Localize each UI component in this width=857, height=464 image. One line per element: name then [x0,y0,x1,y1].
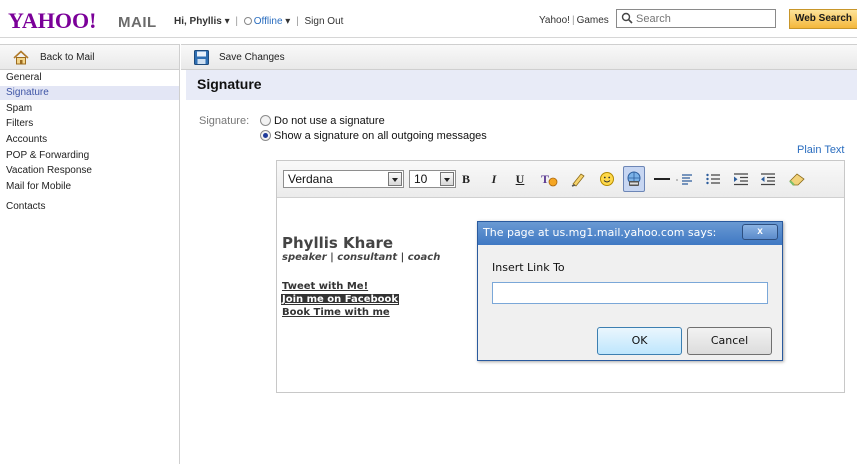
search-input[interactable] [636,11,774,26]
dialog-title-bar[interactable]: The page at us.mg1.mail.yahoo.com says: … [478,222,782,245]
highlight-icon[interactable] [570,171,586,187]
signature-link-facebook[interactable]: Join me on Facebook [281,294,400,305]
no-signature-label: Do not use a signature [274,115,385,127]
font-size-select[interactable]: 10 [409,170,456,188]
page-title: Signature [197,76,262,92]
svg-text:T: T [541,172,549,186]
signature-name: Phyllis Khare [282,234,394,252]
signature-role: speaker | consultant | coach [282,252,441,263]
bold-button[interactable]: B [459,171,473,187]
sidebar-item-contacts[interactable]: Contacts [6,201,45,212]
signature-label: Signature: [199,115,250,127]
user-greeting-bar: Hi, Phyllis ▾ | Offline ▾ | Sign Out [174,16,343,27]
close-button[interactable]: x [742,224,778,240]
plain-text-link[interactable]: Plain Text [797,144,845,156]
save-toolbar: Save Changes [181,44,857,70]
sign-out-link[interactable]: Sign Out [305,16,344,27]
home-icon [13,50,29,65]
eraser-icon[interactable] [788,171,806,187]
sidebar-item-vacation-response[interactable]: Vacation Response [6,165,92,176]
sidebar-item-mail-for-mobile[interactable]: Mail for Mobile [6,181,71,192]
align-icon[interactable] [676,171,694,187]
font-family-select[interactable]: Verdana [283,170,404,188]
header-bar: YAHOO! MAIL Hi, Phyllis ▾ | Offline ▾ | … [0,0,857,38]
link-url-input[interactable] [492,282,768,304]
status-icon [243,17,252,25]
emoticon-icon[interactable] [599,171,615,187]
sidebar-item-pop-forwarding[interactable]: POP & Forwarding [6,150,89,161]
bulleted-list-icon[interactable] [705,171,721,187]
options-sidebar: General Signature Spam Filters Accounts … [0,70,180,464]
yahoo-link[interactable]: Yahoo! [539,15,570,26]
yahoo-links: Yahoo! | Games [539,15,609,26]
back-to-mail-button[interactable]: Back to Mail [0,44,180,70]
sidebar-item-signature[interactable]: Signature [0,86,179,100]
games-link[interactable]: Games [577,15,609,26]
floppy-disk-icon [194,50,209,65]
show-signature-option[interactable]: Show a signature on all outgoing message… [260,130,487,142]
sidebar-item-filters[interactable]: Filters [6,118,33,129]
mail-logo-text[interactable]: MAIL [118,14,157,31]
font-family-value: Verdana [288,172,333,186]
radio-button[interactable] [260,115,271,126]
web-search-button[interactable]: Web Search [789,9,857,29]
search-icon [621,12,633,24]
divider: | [235,16,238,27]
status-menu[interactable]: Offline [254,16,283,27]
radio-button-selected[interactable] [260,130,271,141]
editor-toolbar: Verdana 10 B I U T [277,161,844,198]
divider: | [571,15,575,26]
chevron-down-icon[interactable] [388,172,402,186]
save-changes-label: Save Changes [219,52,285,63]
italic-button[interactable]: I [487,171,501,187]
sidebar-item-spam[interactable]: Spam [6,103,32,114]
signature-link-twitter[interactable]: Tweet with Me! [282,281,368,292]
font-size-value: 10 [414,172,428,186]
divider: | [296,16,299,27]
chevron-down-icon[interactable] [440,172,454,186]
text-color-icon[interactable]: T [540,171,558,187]
show-signature-label: Show a signature on all outgoing message… [274,130,487,142]
outdent-icon[interactable] [760,171,776,187]
horizontal-rule-icon[interactable] [653,171,671,187]
chevron-down-icon[interactable]: ▾ [285,16,290,27]
search-box [616,9,776,28]
ok-button[interactable]: OK [597,327,682,355]
dialog-prompt: Insert Link To [492,261,565,274]
title-bar: Signature [186,70,857,100]
chevron-down-icon[interactable]: ▾ [225,16,230,27]
indent-icon[interactable] [733,171,749,187]
no-signature-option[interactable]: Do not use a signature [260,115,385,127]
sidebar-item-accounts[interactable]: Accounts [6,134,47,145]
underline-button[interactable]: U [513,171,527,187]
insert-link-dialog: The page at us.mg1.mail.yahoo.com says: … [477,221,783,361]
yahoo-logo[interactable]: YAHOO! [8,10,96,32]
signature-link-book-time[interactable]: Book Time with me [282,307,390,318]
greeting-menu[interactable]: Hi, Phyllis [174,16,222,27]
sidebar-item-general[interactable]: General [6,72,42,83]
cancel-button[interactable]: Cancel [687,327,772,355]
back-to-mail-label: Back to Mail [40,52,95,63]
dialog-title: The page at us.mg1.mail.yahoo.com says: [483,226,717,239]
link-icon[interactable] [623,166,645,192]
